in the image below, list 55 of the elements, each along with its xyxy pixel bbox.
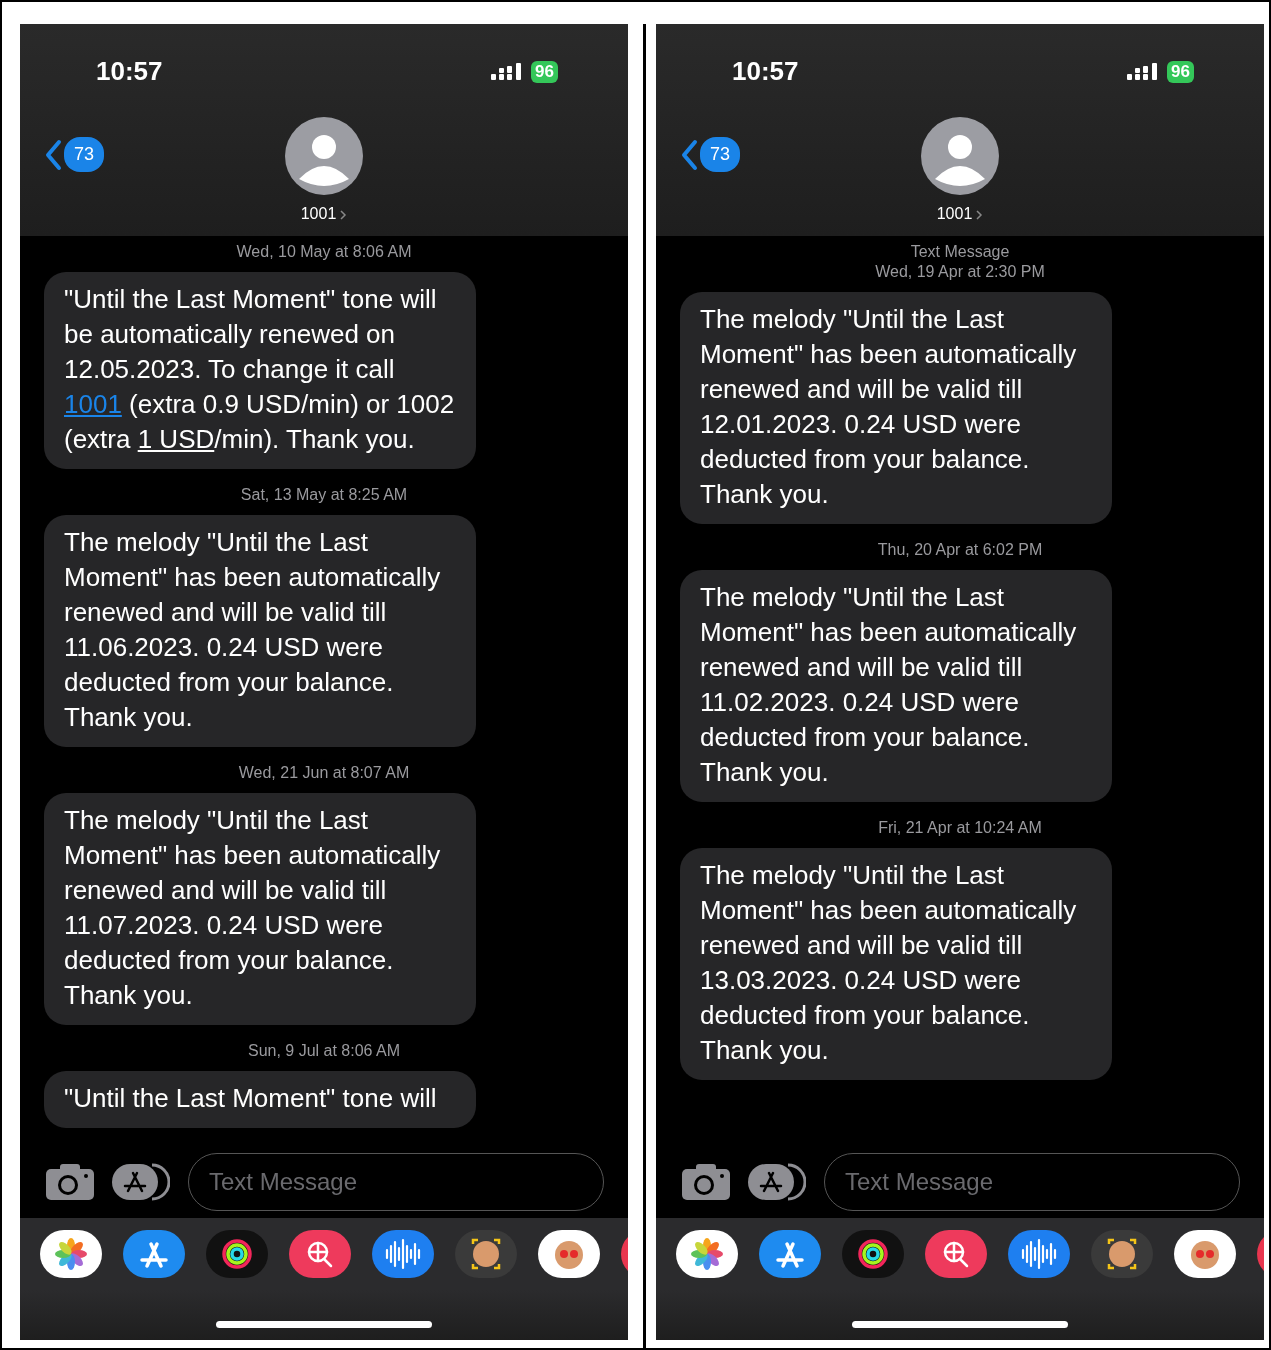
signal-icon <box>491 61 524 82</box>
phone-number-link[interactable]: 1001 <box>64 389 122 419</box>
message-bubble: The melody "Until the Last Moment" has been automatically renewed and will be valid till 11.07.2023. 0.24 USD were deducted from your balance. Thank you. <box>44 793 476 1025</box>
sound-wave-icon[interactable] <box>1008 1230 1070 1278</box>
contact-name-button[interactable]: 1001 <box>300 202 348 226</box>
app-store-icon[interactable] <box>759 1230 821 1278</box>
apps-icon[interactable] <box>112 1162 170 1201</box>
sticker-character-icon[interactable] <box>1174 1230 1236 1278</box>
battery-level: 96 <box>1167 60 1194 83</box>
photos-app-icon[interactable] <box>40 1230 102 1278</box>
activity-rings-icon[interactable] <box>842 1230 904 1278</box>
message-bubble: The melody "Until the Last Moment" has been automatically renewed and will be valid till 11.06.2023. 0.24 USD were deducted from your balance. Thank you. <box>44 515 476 747</box>
unread-count-badge: 73 <box>700 137 741 172</box>
contact-avatar[interactable] <box>285 117 363 195</box>
message-timestamp: Wed, 10 May at 8:06 AM <box>235 242 413 262</box>
message-timestamp: Sun, 9 Jul at 8:06 AM <box>246 1041 402 1061</box>
app-store-icon[interactable] <box>123 1230 185 1278</box>
signal-icon <box>1127 61 1160 82</box>
message-type-label: Text Message <box>909 242 1011 262</box>
message-timestamp: Wed, 21 Jun at 8:07 AM <box>237 763 411 783</box>
apps-icon[interactable] <box>748 1162 806 1201</box>
message-bubble: "Until the Last Moment" tone will be automatically renewed on 12.05.2023. To change it call 1001 (extra 0.9 USD/min) or 1002 (extra 1 USD/min). Thank you. <box>44 272 476 469</box>
message-input-field[interactable]: Text Message <box>824 1152 1240 1211</box>
amount-link[interactable]: 1 USD <box>137 424 215 454</box>
status-time: 10:57 <box>732 55 799 88</box>
message-bubble: The melody "Until the Last Moment" has been automatically renewed and will be valid till 12.01.2023. 0.24 USD were deducted from your balance. Thank you. <box>680 292 1112 524</box>
status-time: 10:57 <box>96 55 163 88</box>
message-timestamp: Fri, 21 Apr at 10:24 AM <box>877 818 1043 838</box>
activity-rings-icon[interactable] <box>206 1230 268 1278</box>
message-timestamp: Sat, 13 May at 8:25 AM <box>239 485 409 505</box>
message-bubble: The melody "Until the Last Moment" has been automatically renewed and will be valid till 13.03.2023. 0.24 USD were deducted from your balance. Thank you. <box>680 848 1112 1080</box>
battery-level: 96 <box>531 60 558 83</box>
back-button[interactable]: 73 <box>44 137 105 172</box>
back-button[interactable]: 73 <box>680 137 741 172</box>
message-input-field[interactable]: Text Message <box>188 1152 604 1211</box>
back-chevron-icon <box>680 138 698 171</box>
camera-icon[interactable] <box>682 1163 730 1200</box>
sticker-character-icon[interactable] <box>538 1230 600 1278</box>
globe-search-icon[interactable] <box>925 1230 987 1278</box>
back-chevron-icon <box>44 138 62 171</box>
message-timestamp: Wed, 19 Apr at 2:30 PM <box>874 262 1046 282</box>
chevron-icon <box>339 208 348 221</box>
sound-wave-icon[interactable] <box>372 1230 434 1278</box>
cartoon-character-icon[interactable] <box>1091 1230 1153 1278</box>
message-timestamp: Thu, 20 Apr at 6:02 PM <box>876 540 1044 560</box>
globe-search-icon[interactable] <box>289 1230 351 1278</box>
contact-name-button[interactable]: 1001 <box>936 202 984 226</box>
contact-avatar[interactable] <box>921 117 999 195</box>
unread-count-badge: 73 <box>64 137 105 172</box>
message-bubble: The melody "Until the Last Moment" has been automatically renewed and will be valid till 11.02.2023. 0.24 USD were deducted from your balance. Thank you. <box>680 570 1112 802</box>
cartoon-character-icon[interactable] <box>455 1230 517 1278</box>
photos-app-icon[interactable] <box>676 1230 738 1278</box>
chevron-icon <box>975 208 984 221</box>
message-bubble: "Until the Last Moment" tone will <box>44 1071 476 1128</box>
camera-icon[interactable] <box>46 1163 94 1200</box>
